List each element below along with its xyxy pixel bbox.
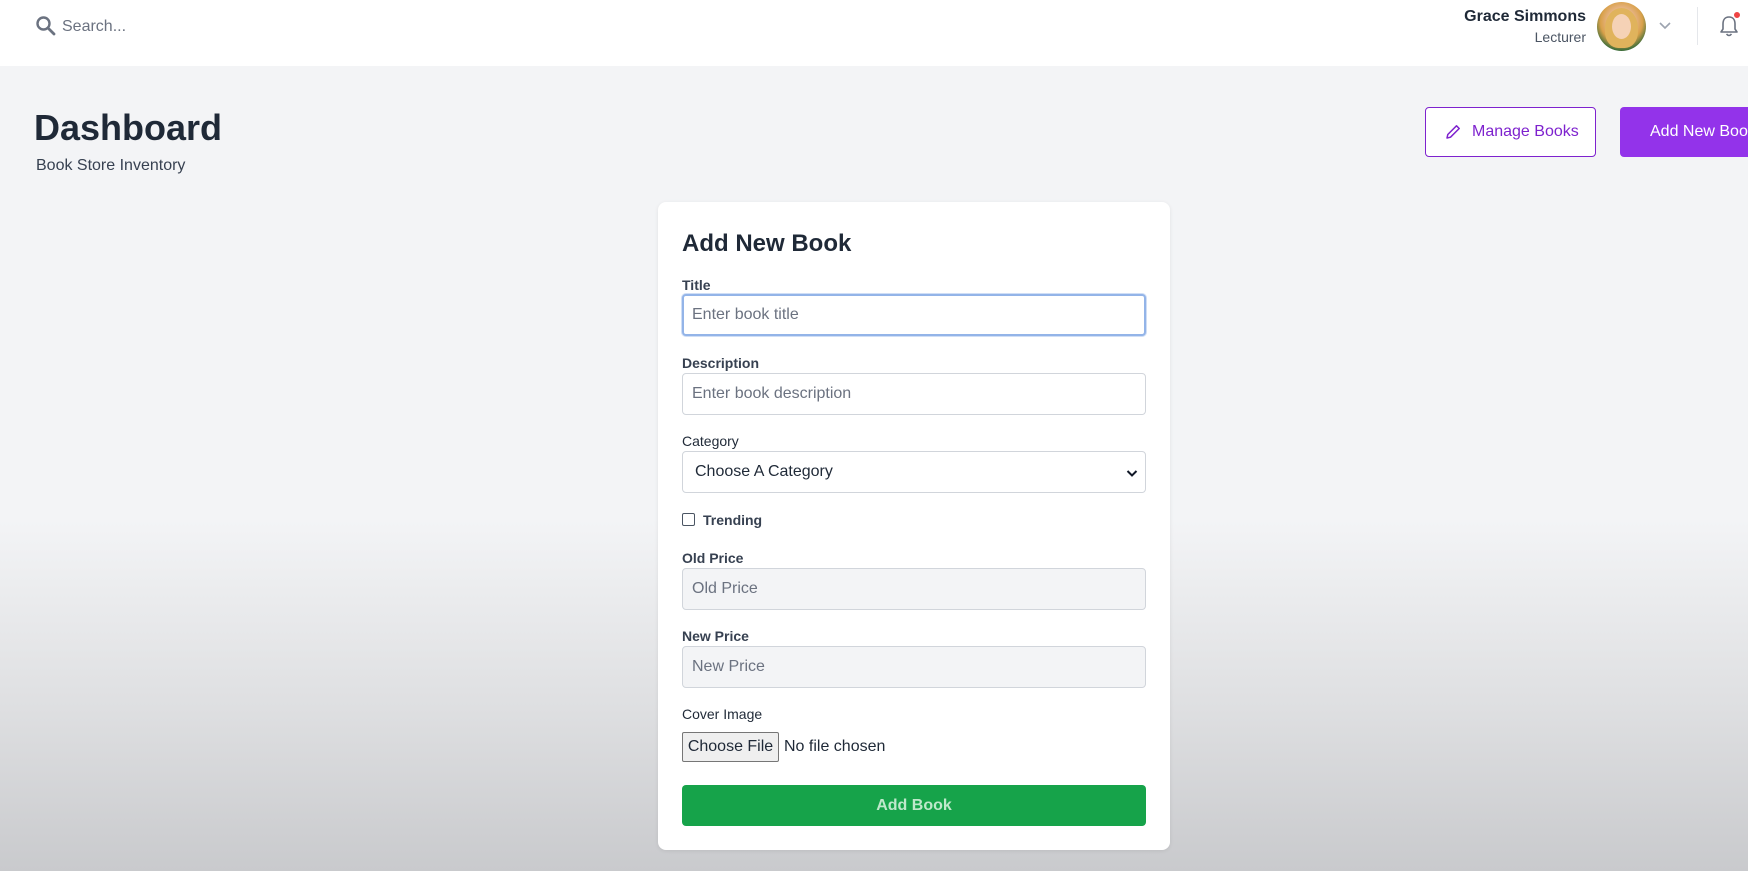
topbar-divider — [1697, 7, 1698, 45]
description-input[interactable] — [682, 373, 1146, 415]
avatar[interactable] — [1597, 2, 1646, 51]
cover-image-label: Cover Image — [682, 706, 763, 722]
manage-books-label: Manage Books — [1472, 123, 1579, 140]
category-label: Category — [682, 433, 739, 449]
chevron-down-icon[interactable] — [1657, 17, 1673, 33]
search-icon — [36, 16, 56, 36]
old-price-input[interactable] — [682, 568, 1146, 610]
user-role: Lecturer — [1534, 29, 1586, 45]
add-book-form: Add New Book Title Description Category … — [658, 202, 1170, 850]
top-navbar: Grace Simmons Lecturer — [0, 0, 1748, 66]
search-input[interactable] — [62, 12, 382, 42]
file-status-text: No file chosen — [784, 738, 886, 755]
add-new-book-button[interactable]: Add New Book — [1620, 107, 1748, 157]
trending-label: Trending — [703, 512, 763, 528]
new-price-input[interactable] — [682, 646, 1146, 688]
old-price-label: Old Price — [682, 550, 744, 566]
manage-books-button[interactable]: Manage Books — [1425, 107, 1596, 157]
page-subtitle: Book Store Inventory — [36, 157, 186, 174]
add-book-submit-button[interactable]: Add Book — [682, 785, 1146, 826]
pencil-icon — [1446, 125, 1460, 139]
description-label: Description — [682, 355, 760, 371]
trending-checkbox[interactable] — [682, 513, 695, 526]
title-input[interactable] — [682, 294, 1146, 336]
user-info[interactable]: Grace Simmons Lecturer — [1464, 7, 1586, 47]
choose-file-button[interactable]: Choose File — [682, 732, 779, 762]
add-new-book-label: Add New Book — [1650, 123, 1748, 140]
category-select[interactable]: Choose A Category — [682, 451, 1146, 493]
new-price-label: New Price — [682, 628, 749, 644]
page-title: Dashboard — [34, 107, 223, 148]
notification-dot — [1733, 11, 1741, 19]
user-name: Grace Simmons — [1464, 8, 1586, 25]
form-title: Add New Book — [682, 230, 852, 257]
category-selected-value: Choose A Category — [695, 463, 833, 480]
title-label: Title — [682, 277, 711, 293]
chevron-down-icon — [1126, 470, 1138, 477]
